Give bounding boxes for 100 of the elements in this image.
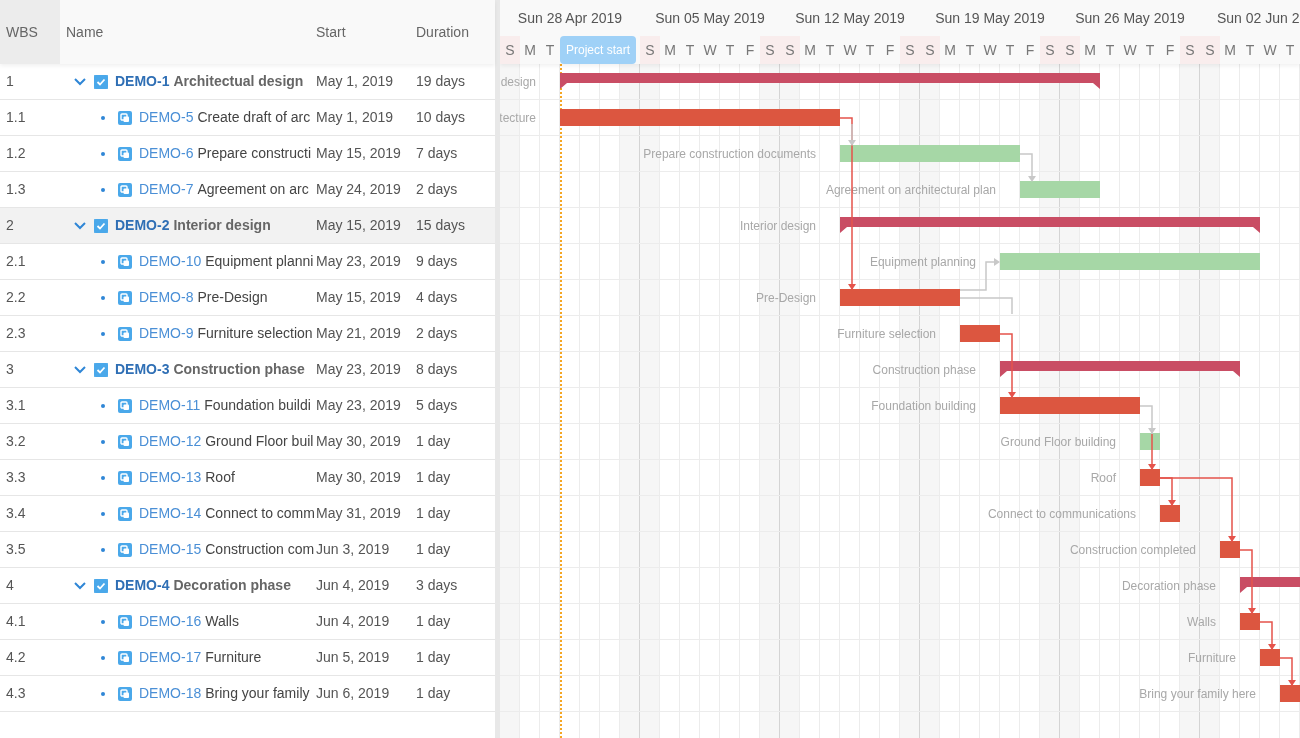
task-name: Walls (205, 612, 239, 631)
bullet-icon (101, 511, 105, 516)
duration-cell-text: 1 day (415, 432, 451, 451)
bar-label: Prepare construction documents (643, 146, 816, 163)
duration-cell-text: 1 day (415, 468, 451, 487)
subtask-icon (118, 686, 132, 701)
day-label: T (724, 40, 736, 60)
day-label: T (544, 40, 556, 60)
task-key-link[interactable]: DEMO-14 (139, 503, 202, 524)
bar-label: Foundation building (871, 398, 976, 415)
table-row[interactable]: 2 DEMO-2 Interior design May 15, 2019 15 days (0, 208, 495, 244)
task-key-link[interactable]: DEMO-2 (115, 215, 170, 236)
task-key-link[interactable]: DEMO-6 (139, 143, 194, 164)
task-key-link[interactable]: DEMO-11 (139, 395, 201, 416)
duration-cell-text: 2 days (415, 180, 458, 199)
start-cell-text: May 15, 2019 (315, 216, 402, 235)
day-label: W (1122, 40, 1138, 60)
chevron-icon[interactable] (74, 365, 86, 374)
task-bar[interactable] (1000, 397, 1140, 414)
day-label: T (864, 40, 876, 60)
checkbox[interactable] (94, 74, 108, 89)
task-key-link[interactable]: DEMO-16 (139, 611, 202, 632)
wbs-cell-text: 3.1 (5, 396, 27, 415)
task-bar[interactable] (1000, 253, 1260, 270)
day-label: F (1024, 40, 1036, 60)
task-name: Pre-Design (197, 288, 268, 307)
task-key-link[interactable]: DEMO-7 (139, 179, 194, 200)
task-bar[interactable] (1140, 469, 1160, 486)
task-key-link[interactable]: DEMO-15 (139, 539, 202, 560)
chevron-icon[interactable] (74, 77, 86, 86)
subtask-icon (118, 326, 132, 341)
task-bar[interactable] (1240, 613, 1260, 630)
task-key-link[interactable]: DEMO-4 (115, 575, 170, 596)
start-cell-text: Jun 4, 2019 (315, 576, 391, 595)
task-bar[interactable] (840, 289, 960, 306)
bar-label: Construction completed (1069, 542, 1196, 559)
wbs-cell-text: 3.4 (5, 504, 27, 523)
summary-bar[interactable] (1000, 361, 1240, 377)
day-label: S (780, 36, 800, 64)
checkbox[interactable] (94, 218, 108, 233)
task-key-link[interactable]: DEMO-13 (139, 467, 202, 488)
task-bar[interactable] (560, 109, 840, 126)
duration-cell-text: 1 day (415, 504, 451, 523)
bar-label: Interior design (739, 218, 816, 235)
subtask-icon (118, 650, 132, 665)
chevron-icon[interactable] (74, 221, 86, 230)
day-label: S (640, 36, 660, 64)
day-label: T (964, 40, 976, 60)
start-cell-text: May 1, 2019 (315, 108, 395, 127)
duration-cell-text: 9 days (415, 252, 458, 271)
subtask-icon (118, 398, 132, 413)
task-bar[interactable] (1280, 685, 1300, 702)
subtask-icon (118, 470, 132, 485)
start-cell-text: May 31, 2019 (315, 504, 402, 523)
day-label: W (982, 40, 998, 60)
column-header[interactable]: Duration (410, 21, 469, 43)
bullet-icon (101, 331, 105, 336)
task-key-link[interactable]: DEMO-8 (139, 287, 194, 308)
bar-label: Decoration phase (1121, 578, 1216, 595)
column-header[interactable]: WBS (0, 0, 60, 64)
start-cell-text: May 30, 2019 (315, 432, 402, 451)
task-name: Construction phase (173, 360, 305, 379)
task-name: Foundation buildi (204, 396, 311, 415)
duration-cell-text: 7 days (415, 144, 458, 163)
task-bar[interactable] (1020, 181, 1100, 198)
task-key-link[interactable]: DEMO-17 (139, 647, 202, 668)
column-header[interactable]: Start (310, 21, 410, 43)
column-header[interactable]: Name (60, 21, 310, 43)
summary-bar[interactable] (840, 217, 1260, 233)
wbs-cell-text: 3 (5, 360, 15, 379)
chevron-icon[interactable] (74, 581, 86, 590)
start-cell-text: Jun 3, 2019 (315, 540, 391, 559)
dependency-arrow (999, 333, 1016, 399)
task-key-link[interactable]: DEMO-9 (139, 323, 194, 344)
task-key-link[interactable]: DEMO-12 (139, 431, 202, 452)
start-cell-text: May 15, 2019 (315, 288, 402, 307)
task-bar[interactable] (840, 145, 1020, 162)
task-bar[interactable] (1260, 649, 1280, 666)
start-cell-text: May 21, 2019 (315, 324, 402, 343)
duration-cell-text: 15 days (415, 216, 466, 235)
task-key-link[interactable]: DEMO-1 (115, 71, 170, 92)
task-bar[interactable] (960, 325, 1000, 342)
dependency-arrow (1259, 621, 1276, 651)
task-bar[interactable] (1220, 541, 1240, 558)
task-bar[interactable] (1160, 505, 1180, 522)
task-key-link[interactable]: DEMO-5 (139, 107, 194, 128)
day-label: M (1223, 40, 1237, 60)
task-key-link[interactable]: DEMO-10 (139, 251, 202, 272)
task-key-link[interactable]: DEMO-3 (115, 359, 170, 380)
task-key-link[interactable]: DEMO-18 (139, 683, 202, 704)
bullet-icon (101, 151, 105, 156)
checkbox[interactable] (94, 362, 108, 377)
subtask-icon (118, 254, 132, 269)
summary-bar[interactable] (560, 73, 1100, 89)
checkbox[interactable] (94, 578, 108, 593)
duration-cell-text: 8 days (415, 360, 458, 379)
summary-bar[interactable] (1240, 577, 1300, 593)
bar-label: tecture (500, 110, 536, 127)
task-name: Roof (205, 468, 235, 487)
duration-cell-text: 1 day (415, 540, 451, 559)
